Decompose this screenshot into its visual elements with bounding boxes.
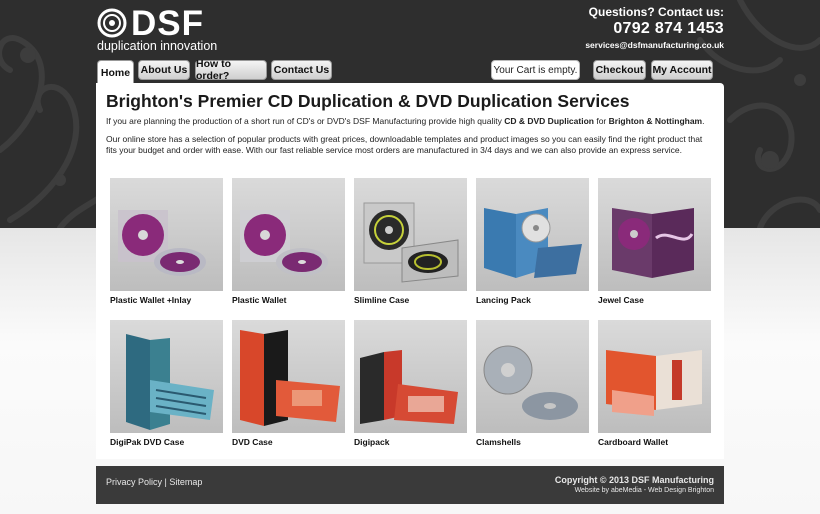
product-card[interactable]: Lancing Pack: [476, 178, 589, 305]
main-content: Brighton's Premier CD Duplication & DVD …: [96, 83, 724, 459]
product-card[interactable]: Clamshells: [476, 320, 589, 447]
tab-contact-us[interactable]: Contact Us: [271, 60, 332, 80]
page-title: Brighton's Premier CD Duplication & DVD …: [106, 91, 630, 111]
product-card[interactable]: Plastic Wallet: [232, 178, 345, 305]
cardboard-wallet-image: [606, 350, 702, 416]
digipack-image: [360, 350, 458, 424]
product-name[interactable]: Plastic Wallet: [232, 295, 286, 305]
product-image[interactable]: [476, 178, 589, 291]
intro-bold-locations: Brighton & Nottingham: [608, 116, 703, 126]
product-image[interactable]: [232, 320, 345, 433]
site-logo[interactable]: DSF duplication innovation: [97, 4, 237, 56]
plastic-wallet-image: [240, 210, 328, 276]
product-name[interactable]: Jewel Case: [598, 295, 644, 305]
checkout-button[interactable]: Checkout: [593, 60, 646, 80]
contact-block: Questions? Contact us: 0792 874 1453 ser…: [585, 5, 724, 50]
product-image[interactable]: [110, 320, 223, 433]
product-image[interactable]: [110, 178, 223, 291]
dvd-case-image: [240, 330, 340, 426]
intro-paragraph-1: If you are planning the production of a …: [106, 116, 714, 127]
product-image[interactable]: [476, 320, 589, 433]
product-name[interactable]: DVD Case: [232, 437, 273, 447]
product-image[interactable]: [598, 320, 711, 433]
product-card[interactable]: Jewel Case: [598, 178, 711, 305]
web-design-credit-link[interactable]: Website by abeMedia - Web Design Brighto…: [555, 487, 714, 494]
site-footer: Privacy Policy | Sitemap Copyright © 201…: [96, 466, 724, 504]
copyright-text: Copyright © 2013 DSF Manufacturing: [554, 475, 714, 485]
intro-text-mid: for: [593, 116, 609, 126]
jewel-case-image: [612, 208, 694, 278]
product-card[interactable]: Digipack: [354, 320, 467, 447]
product-name[interactable]: Slimline Case: [354, 295, 409, 305]
lancing-pack-image: [484, 208, 582, 278]
contact-phone[interactable]: 0792 874 1453: [585, 20, 724, 38]
intro-paragraph-2: Our online store has a selection of popu…: [106, 134, 703, 155]
contact-heading: Questions? Contact us:: [588, 5, 724, 19]
intro-text: If you are planning the production of a …: [106, 116, 505, 126]
product-image[interactable]: [354, 178, 467, 291]
tab-how-to-order[interactable]: How to order?: [195, 58, 267, 82]
product-image[interactable]: [598, 178, 711, 291]
tab-about-us[interactable]: About Us: [138, 60, 190, 80]
product-card[interactable]: Plastic Wallet +Inlay: [110, 178, 223, 305]
product-name[interactable]: Lancing Pack: [476, 295, 531, 305]
product-name[interactable]: Plastic Wallet +Inlay: [110, 295, 191, 305]
tab-home[interactable]: Home: [97, 60, 134, 84]
my-account-button[interactable]: My Account: [651, 60, 713, 80]
footer-separator: |: [164, 477, 167, 487]
disc-logo-icon: [97, 8, 127, 38]
footer-links: Privacy Policy | Sitemap: [106, 477, 202, 487]
digipak-dvd-case-image: [126, 334, 214, 430]
logo-tagline: duplication innovation: [97, 39, 218, 53]
plastic-wallet-inlay-image: [118, 210, 206, 276]
product-name[interactable]: Cardboard Wallet: [598, 437, 668, 447]
logo-text: DSF: [131, 4, 204, 43]
cart-status[interactable]: Your Cart is empty.: [491, 60, 580, 80]
product-card[interactable]: DigiPak DVD Case: [110, 320, 223, 447]
product-name[interactable]: Digipack: [354, 437, 389, 447]
intro-text-end: .: [702, 116, 705, 126]
sitemap-link[interactable]: Sitemap: [169, 477, 202, 487]
product-name[interactable]: Clamshells: [476, 437, 521, 447]
product-card[interactable]: Cardboard Wallet: [598, 320, 711, 447]
product-name[interactable]: DigiPak DVD Case: [110, 437, 184, 447]
privacy-policy-link[interactable]: Privacy Policy: [106, 477, 162, 487]
slimline-case-image: [363, 202, 459, 283]
product-image[interactable]: [354, 320, 467, 433]
product-card[interactable]: Slimline Case: [354, 178, 467, 305]
product-card[interactable]: DVD Case: [232, 320, 345, 447]
product-image[interactable]: [232, 178, 345, 291]
contact-email-link[interactable]: services@dsfmanufacturing.co.uk: [585, 40, 724, 50]
footer-credits: Copyright © 2013 DSF Manufacturing Websi…: [555, 475, 714, 494]
intro-bold-cd-dvd: CD & DVD Duplication: [504, 116, 594, 126]
clamshell-image: [483, 345, 578, 420]
